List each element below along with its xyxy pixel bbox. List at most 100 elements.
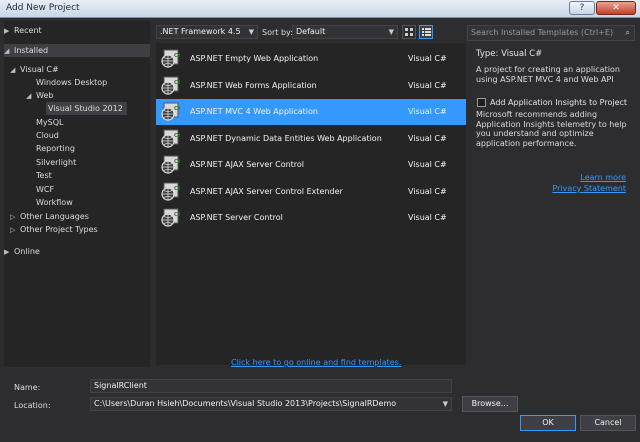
svg-text:C#: C# <box>174 159 180 165</box>
tree-label: Silverlight <box>36 158 77 167</box>
chevron-down-icon: ▼ <box>442 400 448 408</box>
tree-item-wcf[interactable]: WCF <box>36 183 54 196</box>
sort-by-label: Sort by: <box>262 28 293 37</box>
location-value: C:\Users\Duran Hsieh\Documents\Visual St… <box>94 399 397 408</box>
web-project-icon: C# <box>161 182 180 201</box>
search-placeholder: Search Installed Templates (Ctrl+E) <box>471 28 614 37</box>
template-name: ASP.NET MVC 4 Web Application <box>190 107 318 116</box>
tree-label: Visual C# <box>20 65 59 74</box>
grid-view-icon <box>405 28 413 36</box>
tree-item-vs2012[interactable]: Visual Studio 2012 <box>46 102 127 115</box>
template-tree: ▶ Recent ◢ Installed ◢ Visual C# Windows De… <box>4 21 150 367</box>
tree-item-silverlight[interactable]: Silverlight <box>36 156 76 169</box>
tree-label: MySQL <box>36 118 64 127</box>
tree-item-reporting[interactable]: Reporting <box>36 142 75 155</box>
template-language: Visual C# <box>408 107 447 116</box>
template-language: Visual C# <box>408 160 447 169</box>
tree-item-test[interactable]: Test <box>36 169 52 182</box>
learn-more-link[interactable]: Learn more <box>580 173 626 182</box>
collapse-icon: ◢ <box>26 92 32 100</box>
tree-label: Test <box>36 171 52 180</box>
cancel-button[interactable]: Cancel <box>580 415 636 431</box>
list-view-icon <box>422 28 431 36</box>
dialog-body: ▶ Recent ◢ Installed ◢ Visual C# Windows De… <box>0 18 640 442</box>
web-project-icon: C# <box>161 76 180 95</box>
tree-item-other-languages[interactable]: ▷ Other Languages <box>10 210 89 223</box>
template-row[interactable]: C# ASP.NET AJAX Server Control Extender Vi… <box>156 179 466 205</box>
tree-item-visual-cs[interactable]: ◢ Visual C# <box>10 63 59 76</box>
svg-text:C#: C# <box>174 106 180 112</box>
tree-item-recent[interactable]: ▶ Recent <box>4 24 150 37</box>
svg-text:C#: C# <box>174 53 180 59</box>
svg-text:C#: C# <box>174 186 180 192</box>
template-language: Visual C# <box>408 54 447 63</box>
find-templates-online-link[interactable]: Click here to go online and find templat… <box>231 358 401 367</box>
window-controls: ? ✕ <box>569 1 636 15</box>
tree-label: Other Project Types <box>20 225 98 234</box>
privacy-statement-link[interactable]: Privacy Statement <box>552 184 626 193</box>
svg-text:C#: C# <box>174 133 180 139</box>
tree-item-workflow[interactable]: Workflow <box>36 196 73 209</box>
chevron-down-icon: ▼ <box>388 28 394 36</box>
template-language: Visual C# <box>408 213 447 222</box>
search-templates-input[interactable]: Search Installed Templates (Ctrl+E) ⌕ <box>467 25 635 41</box>
list-view-button[interactable] <box>419 25 433 39</box>
template-description: A project for creating an application us… <box>476 65 620 84</box>
ok-button[interactable]: OK <box>520 415 576 431</box>
tree-item-other-project-types[interactable]: ▷ Other Project Types <box>10 223 98 236</box>
web-project-icon: C# <box>161 129 180 148</box>
sort-value: Default <box>296 27 326 36</box>
search-icon: ⌕ <box>625 28 630 37</box>
framework-select[interactable]: .NET Framework 4.5 ▼ <box>156 25 258 39</box>
tree-item-cloud[interactable]: Cloud <box>36 129 59 142</box>
tree-label: Reporting <box>36 144 75 153</box>
small-icons-view-button[interactable] <box>402 25 416 39</box>
title-bar: Add New Project ? ✕ <box>0 0 640 18</box>
web-project-icon: C# <box>161 208 180 227</box>
template-row[interactable]: C# ASP.NET Web Forms Application Visual C# <box>156 73 466 99</box>
template-language: Visual C# <box>408 133 447 143</box>
tree-item-web[interactable]: ◢ Web <box>26 89 53 102</box>
web-project-icon: C# <box>161 49 180 68</box>
tree-label: Cloud <box>36 131 59 140</box>
location-label: Location: <box>14 401 51 410</box>
tree-label: WCF <box>36 185 55 194</box>
expand-icon: ▷ <box>10 226 16 234</box>
template-language: Visual C# <box>408 80 447 90</box>
tree-label: Recent <box>14 26 42 35</box>
expand-icon: ▶ <box>4 248 10 256</box>
collapse-icon: ◢ <box>10 66 16 74</box>
tree-item-windows-desktop[interactable]: Windows Desktop <box>36 76 107 89</box>
template-row[interactable]: C# ASP.NET Dynamic Data Entities Web Appl… <box>156 126 466 152</box>
template-row[interactable]: C# ASP.NET Server Control Visual C# <box>156 205 466 231</box>
template-name: ASP.NET Dynamic Data Entities Web Applic… <box>190 133 382 143</box>
close-button[interactable]: ✕ <box>596 1 636 15</box>
template-name: ASP.NET AJAX Server Control Extender <box>190 186 343 196</box>
browse-button[interactable]: Browse... <box>462 396 518 412</box>
template-row[interactable]: C# ASP.NET MVC 4 Web Application Visual C# <box>156 99 466 125</box>
svg-text:C#: C# <box>174 212 180 218</box>
tree-item-installed[interactable]: ◢ Installed <box>4 44 150 57</box>
template-language: Visual C# <box>408 186 447 196</box>
web-project-icon: C# <box>161 102 180 121</box>
window-title: Add New Project <box>6 3 80 13</box>
insights-description: Microsoft recommends adding Application … <box>476 110 627 148</box>
sort-select[interactable]: Default ▼ <box>292 25 398 39</box>
tree-item-mysql[interactable]: MySQL <box>36 116 63 129</box>
tree-label: Visual Studio 2012 <box>48 104 123 113</box>
insights-checkbox[interactable] <box>477 98 486 107</box>
chevron-down-icon: ▼ <box>248 28 254 36</box>
template-name: ASP.NET Empty Web Application <box>190 54 319 63</box>
template-info-pane: Type: Visual C# A project for creating a… <box>470 43 636 365</box>
framework-value: .NET Framework 4.5 <box>160 27 241 36</box>
help-button[interactable]: ? <box>569 1 595 15</box>
insights-label[interactable]: Add Application Insights to Project <box>490 98 627 107</box>
tree-label: Web <box>36 91 54 100</box>
template-row[interactable]: C# ASP.NET Empty Web Application Visual C# <box>156 46 466 72</box>
project-name-input[interactable]: SignalRClient <box>90 379 452 393</box>
expand-icon: ▶ <box>4 27 10 35</box>
tree-item-online[interactable]: ▶ Online <box>4 245 150 258</box>
template-name: ASP.NET AJAX Server Control <box>190 160 305 169</box>
template-row[interactable]: C# ASP.NET AJAX Server Control Visual C# <box>156 152 466 178</box>
location-select[interactable]: C:\Users\Duran Hsieh\Documents\Visual St… <box>90 397 452 411</box>
